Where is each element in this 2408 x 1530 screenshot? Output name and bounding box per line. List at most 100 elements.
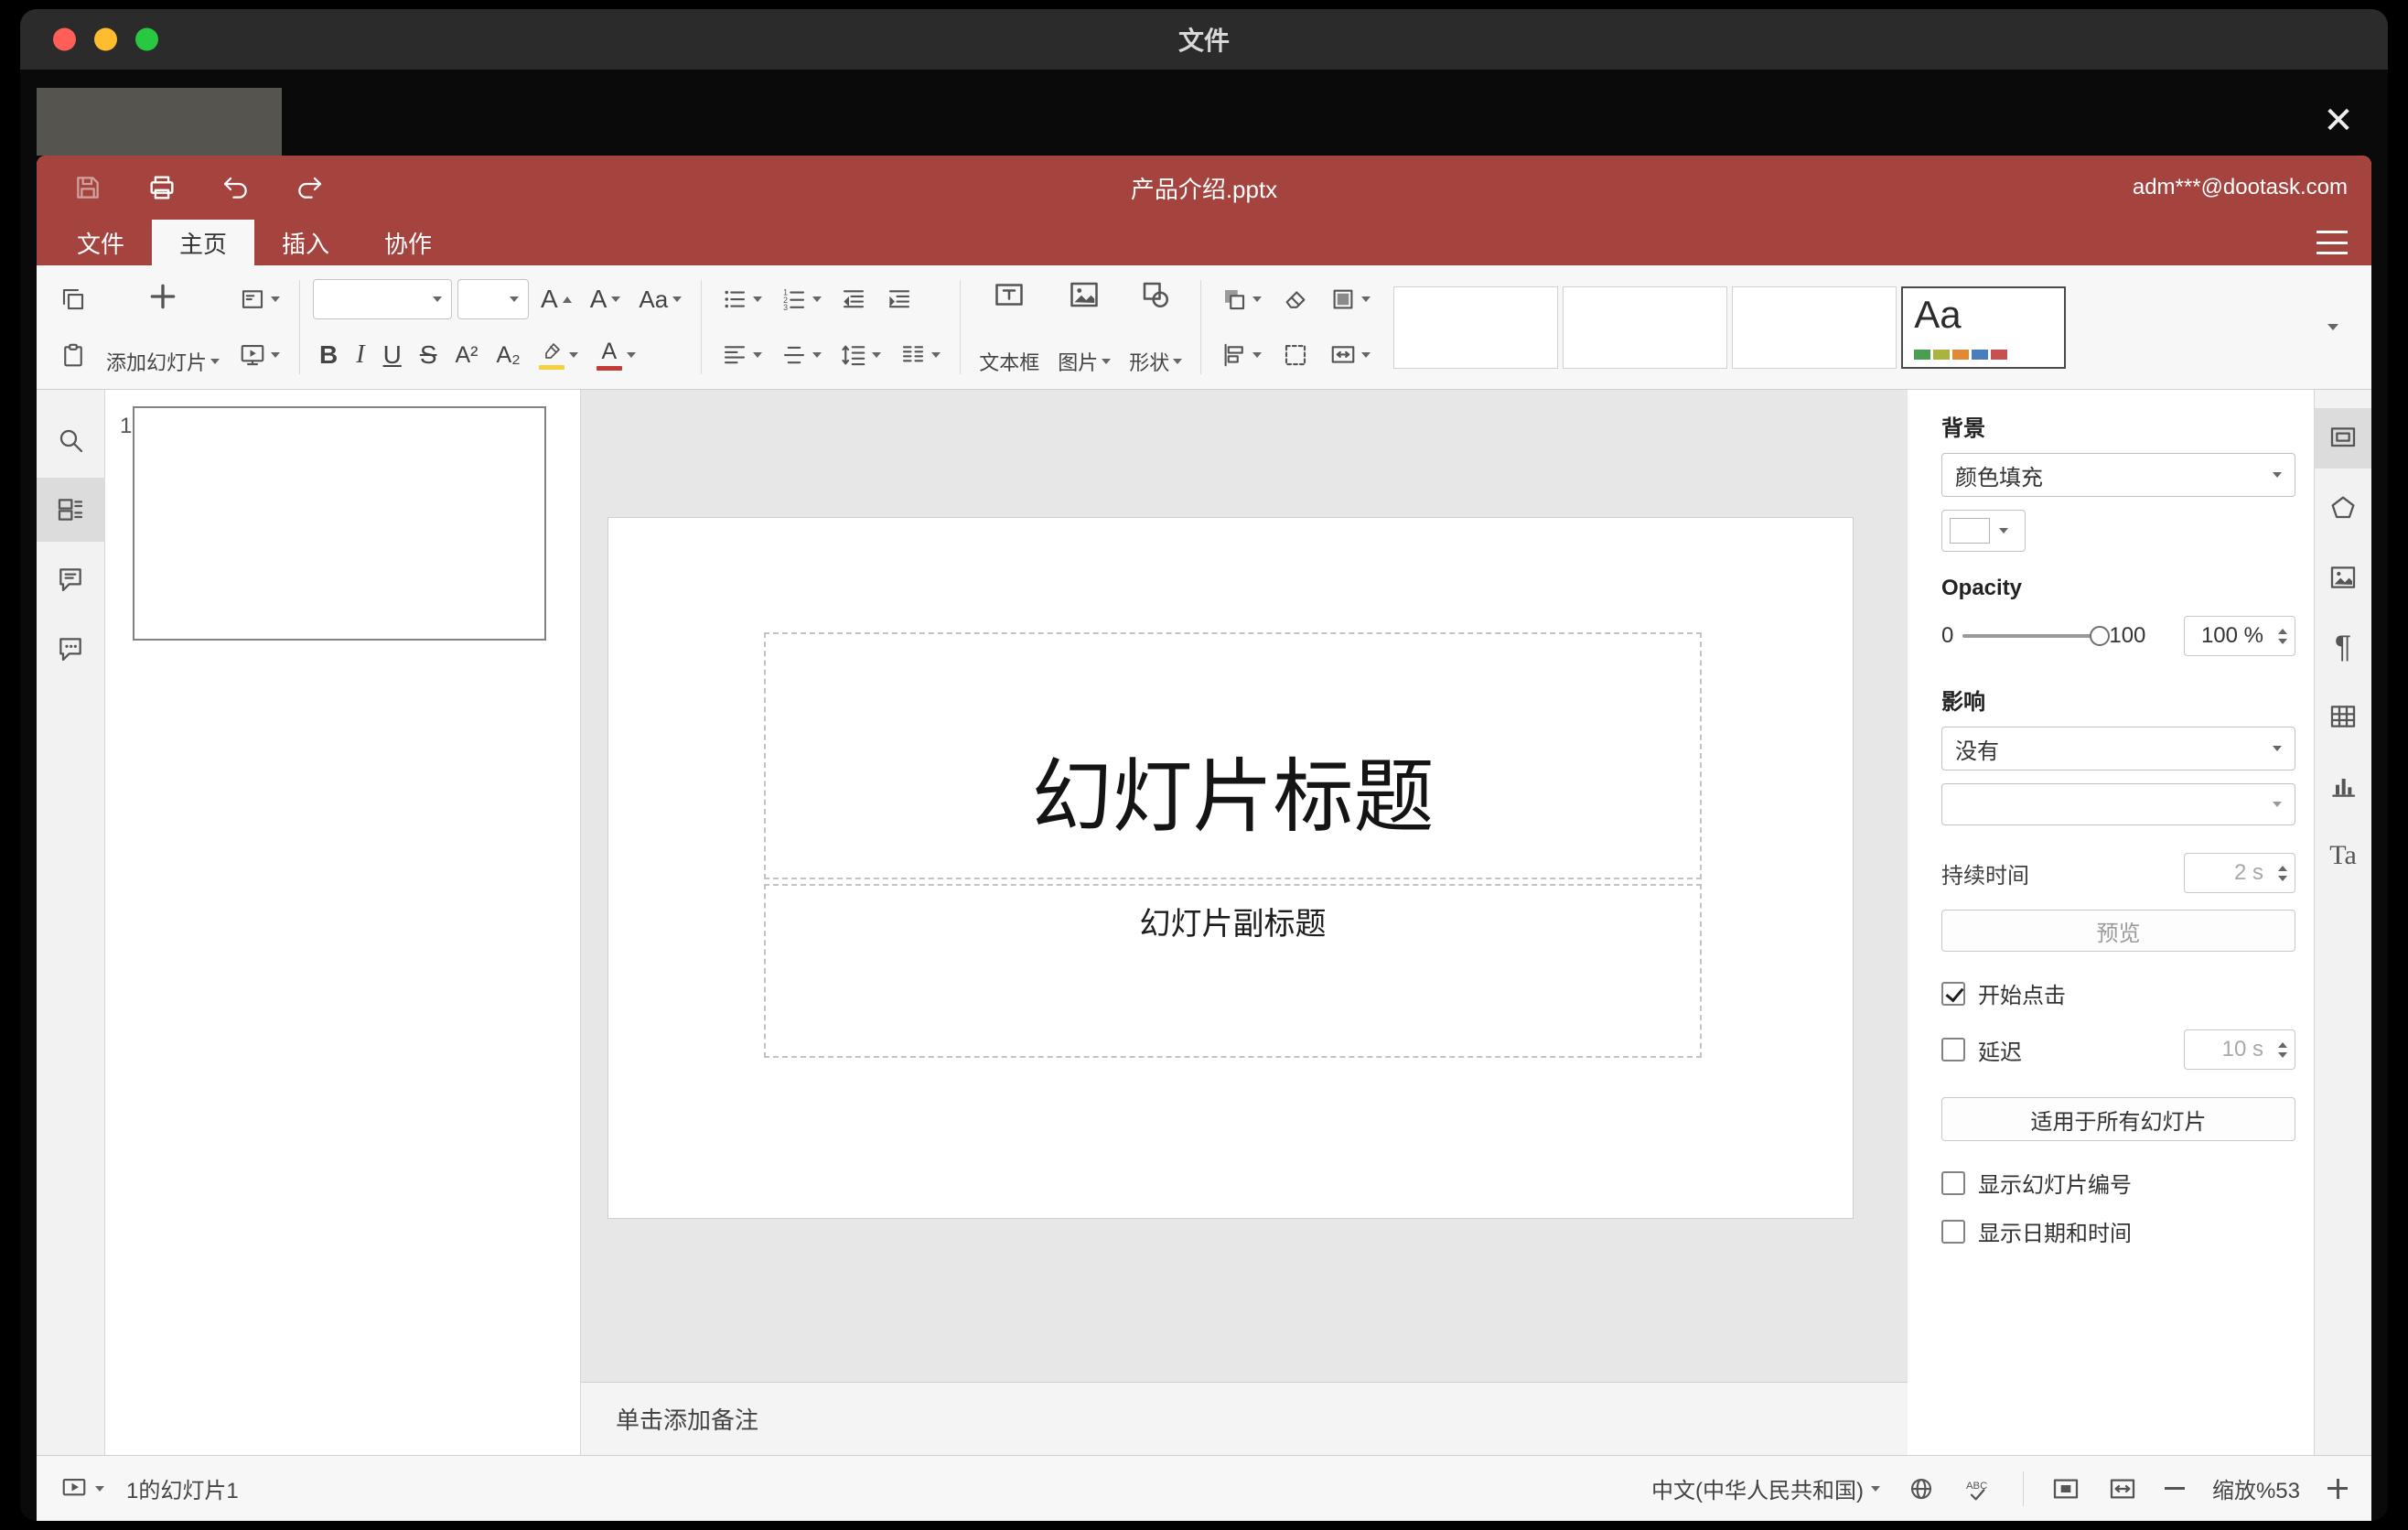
columns-button[interactable] — [893, 338, 947, 372]
comments-button[interactable] — [37, 547, 105, 611]
font-size-select[interactable] — [457, 279, 530, 319]
menu-hamburger-icon[interactable] — [2317, 231, 2348, 254]
underline-button[interactable]: U — [377, 339, 408, 372]
clear-style-button[interactable] — [1275, 282, 1316, 317]
change-case-button[interactable]: Aa — [632, 284, 688, 315]
increase-font-button[interactable]: A — [534, 283, 578, 316]
theme-option-selected[interactable]: Aa — [1901, 286, 2067, 369]
print-button[interactable] — [146, 172, 177, 203]
show-slide-number-checkbox[interactable] — [1941, 1170, 1965, 1195]
spinner-down-icon[interactable] — [2278, 875, 2287, 881]
notes-area[interactable]: 单击添加备注 — [581, 1382, 1908, 1455]
delay-spinner[interactable]: 10 s — [2184, 1029, 2295, 1070]
minimize-window-icon[interactable] — [94, 27, 117, 51]
increase-indent-button[interactable] — [879, 282, 919, 317]
vertical-align-button[interactable] — [774, 338, 828, 372]
zoom-in-button[interactable] — [2327, 1478, 2348, 1499]
tab-file[interactable]: 文件 — [49, 220, 152, 265]
show-date-checkbox[interactable] — [1941, 1219, 1965, 1244]
copy-button[interactable] — [53, 282, 93, 317]
align-shapes-button[interactable] — [1214, 338, 1268, 372]
opacity-slider[interactable] — [1962, 626, 2111, 646]
background-color-picker[interactable] — [1941, 510, 2026, 552]
paste-button[interactable] — [53, 338, 93, 372]
fit-to-slide-button[interactable] — [2051, 1474, 2080, 1503]
opacity-slider-handle[interactable] — [2090, 626, 2111, 646]
chart-settings-tab[interactable] — [2315, 756, 2371, 816]
slides-panel-button[interactable] — [37, 478, 105, 542]
spinner-down-icon[interactable] — [2278, 1051, 2287, 1058]
redo-button[interactable] — [295, 173, 324, 202]
undo-button[interactable] — [221, 173, 251, 202]
paragraph-settings-tab[interactable]: ¶ — [2315, 617, 2371, 677]
image-settings-tab[interactable] — [2315, 547, 2371, 608]
search-button[interactable] — [37, 408, 105, 472]
apply-to-all-slides-button[interactable]: 适用于所有幻灯片 — [1941, 1097, 2295, 1141]
fit-to-width-button[interactable] — [2108, 1474, 2137, 1503]
start-slideshow-button[interactable] — [232, 338, 286, 372]
subscript-button[interactable]: A₂ — [490, 340, 527, 371]
add-slide-button[interactable]: 添加幻灯片 — [97, 273, 229, 382]
macos-titlebar[interactable]: 文件 — [20, 9, 2388, 70]
tab-collaboration[interactable]: 协作 — [357, 220, 459, 265]
arrange-shapes-button[interactable] — [1214, 282, 1268, 317]
theme-gallery-expand-button[interactable] — [2313, 300, 2353, 355]
spellcheck-button[interactable]: ABC — [1962, 1474, 1995, 1503]
highlight-color-button[interactable] — [532, 337, 585, 373]
strikethrough-button[interactable]: S — [414, 339, 444, 372]
tab-home[interactable]: 主页 — [152, 220, 255, 265]
delay-checkbox[interactable] — [1941, 1038, 1965, 1061]
shape-settings-tab[interactable] — [2315, 478, 2371, 538]
theme-option-1[interactable] — [1393, 286, 1559, 369]
horizontal-align-button[interactable] — [715, 338, 769, 372]
fill-color-button[interactable] — [1323, 282, 1377, 317]
chat-button[interactable] — [37, 617, 105, 681]
transition-variant-select[interactable] — [1941, 783, 2295, 825]
background-fill-select[interactable]: 颜色填充 — [1941, 453, 2295, 497]
spinner-down-icon[interactable] — [2278, 638, 2287, 644]
decrease-indent-button[interactable] — [833, 282, 874, 317]
tab-insert[interactable]: 插入 — [254, 220, 357, 265]
italic-button[interactable]: I — [349, 339, 371, 372]
table-settings-tab[interactable] — [2315, 686, 2371, 747]
document-language-button[interactable] — [1908, 1475, 1935, 1503]
insert-image-button[interactable]: 图片 — [1048, 273, 1120, 382]
start-slideshow-status-button[interactable] — [60, 1475, 104, 1503]
opacity-spinner[interactable]: 100 % — [2184, 616, 2295, 656]
duration-spinner[interactable]: 2 s — [2184, 853, 2295, 893]
superscript-button[interactable]: A² — [449, 340, 485, 371]
language-select[interactable]: 中文(中华人民共和国) — [1651, 1472, 1880, 1504]
decrease-font-button[interactable]: A — [584, 283, 628, 316]
zoom-out-button[interactable] — [2164, 1487, 2185, 1490]
slide-settings-tab[interactable] — [2315, 408, 2371, 469]
textart-settings-tab[interactable]: Ta — [2315, 825, 2371, 886]
theme-option-2[interactable] — [1563, 286, 1728, 369]
spinner-up-icon[interactable] — [2278, 1041, 2287, 1048]
line-spacing-button[interactable] — [833, 338, 887, 372]
save-button[interactable] — [73, 173, 102, 202]
theme-option-3[interactable] — [1732, 286, 1897, 369]
subtitle-placeholder[interactable]: 幻灯片副标题 — [764, 884, 1702, 1058]
font-name-select[interactable] — [313, 279, 453, 319]
title-placeholder[interactable]: 幻灯片标题 — [764, 632, 1702, 879]
close-overlay-button[interactable]: ✕ — [2318, 101, 2359, 141]
insert-shape-button[interactable]: 形状 — [1120, 273, 1191, 382]
bullets-button[interactable] — [715, 282, 769, 317]
transition-effect-select[interactable]: 没有 — [1941, 727, 2295, 770]
spinner-up-icon[interactable] — [2278, 628, 2287, 634]
start-on-click-checkbox[interactable] — [1941, 981, 1965, 1006]
zoom-window-icon[interactable] — [135, 27, 158, 51]
preview-button[interactable]: 预览 — [1941, 910, 2295, 952]
slide-thumbnail[interactable] — [133, 406, 546, 641]
change-layout-button[interactable] — [232, 282, 286, 317]
slide-workspace[interactable]: 幻灯片标题 幻灯片副标题 — [581, 390, 1908, 1382]
insert-textbox-button[interactable]: 文本框 — [970, 273, 1048, 382]
font-color-button[interactable]: A — [590, 337, 642, 374]
slide-page[interactable]: 幻灯片标题 幻灯片副标题 — [608, 518, 1853, 1218]
numbering-button[interactable]: 123 — [774, 282, 828, 317]
spinner-up-icon[interactable] — [2278, 865, 2287, 871]
close-window-icon[interactable] — [53, 27, 76, 51]
slide-size-button[interactable] — [1323, 338, 1377, 372]
bold-button[interactable]: B — [313, 339, 344, 372]
select-all-button[interactable] — [1275, 338, 1316, 372]
